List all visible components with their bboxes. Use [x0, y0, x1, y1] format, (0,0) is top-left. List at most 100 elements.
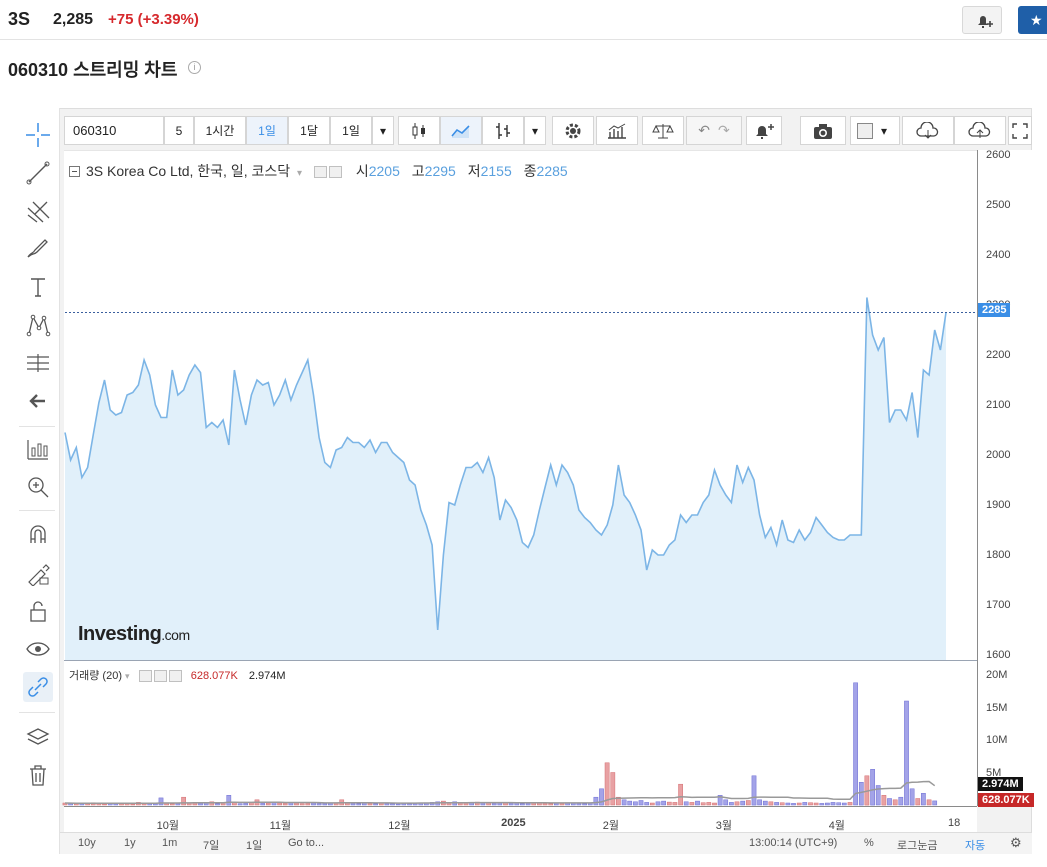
- volume-bar: [825, 802, 830, 806]
- volume-bar: [689, 802, 695, 806]
- volume-bar: [85, 803, 90, 806]
- volume-bar: [712, 802, 717, 806]
- range-1d[interactable]: 1일: [246, 837, 262, 853]
- range-10y[interactable]: 10y: [78, 837, 96, 849]
- volume-bar: [921, 793, 926, 806]
- volume-bar: [508, 803, 514, 806]
- volume-ma-value: 2.974M: [248, 670, 286, 682]
- volume-bar: [904, 700, 909, 806]
- price-tick-label: 2200: [986, 349, 1011, 361]
- price-tick-label: 1700: [986, 599, 1011, 611]
- volume-bar: [633, 801, 638, 806]
- percent-toggle[interactable]: %: [864, 837, 874, 849]
- volume-bar: [745, 800, 751, 806]
- volume-bar: [791, 803, 796, 806]
- log-toggle[interactable]: 로그눈금: [897, 837, 937, 853]
- volume-bar: [734, 801, 740, 806]
- volume-bar: [311, 802, 316, 806]
- close-icon[interactable]: [168, 670, 182, 683]
- volume-bar: [678, 783, 683, 806]
- range-7d[interactable]: 7일: [203, 837, 219, 853]
- volume-bar: [672, 802, 678, 806]
- volume-bar: [796, 802, 802, 806]
- volume-bar: [644, 802, 650, 806]
- close-value: 2285: [536, 163, 568, 179]
- collapse-icon[interactable]: [69, 165, 80, 177]
- logo-suffix: .com: [161, 627, 190, 643]
- range-1m[interactable]: 1m: [162, 837, 177, 849]
- volume-bar: [102, 803, 107, 806]
- volume-bar: [892, 799, 898, 806]
- volume-bar: [887, 798, 892, 806]
- open-label: 시: [355, 163, 369, 179]
- goto-button[interactable]: Go to...: [288, 837, 324, 849]
- auto-toggle[interactable]: 자동: [965, 837, 985, 853]
- time-tick-label: 2025: [501, 817, 526, 829]
- volume-bar: [610, 772, 616, 806]
- price-tick-label: 1800: [986, 549, 1011, 561]
- volume-ma-line: [64, 780, 936, 805]
- gear-icon[interactable]: ⚙: [1010, 835, 1022, 851]
- volume-bar: [870, 769, 875, 806]
- volume-bar: [915, 798, 921, 806]
- volume-bar: [395, 803, 401, 806]
- volume-bar: [373, 803, 378, 806]
- volume-bar: [847, 802, 853, 806]
- volume-tick-label: 20M: [986, 669, 1008, 681]
- volume-name: 거래량 (20): [69, 670, 122, 682]
- volume-bar: [706, 802, 712, 806]
- volume-bar: [661, 800, 666, 806]
- price-tick-label: 2400: [986, 249, 1011, 261]
- volume-bar: [294, 802, 299, 806]
- chevron-down-icon[interactable]: ▾: [125, 671, 130, 681]
- volume-bar: [627, 800, 633, 806]
- eye-icon[interactable]: [138, 670, 152, 683]
- volume-bar: [666, 801, 672, 806]
- clock: 13:00:14 (UTC+9): [749, 837, 838, 849]
- volume-bar: [779, 802, 785, 806]
- low-label: 저: [467, 163, 481, 179]
- volume-bar: [881, 795, 887, 806]
- volume-bar: [169, 803, 175, 806]
- volume-bar: [525, 803, 531, 806]
- time-tick-label: 3월: [715, 820, 732, 832]
- range-bar: 10y 1y 1m 7일 1일 Go to... 13:00:14 (UTC+9…: [60, 832, 1032, 854]
- volume-legend: 거래량 (20) ▾ 628.077K 2.974M: [69, 667, 286, 683]
- gear-icon[interactable]: [153, 670, 167, 683]
- volume-bar: [407, 803, 412, 806]
- legend-icons: [313, 163, 344, 179]
- volume-bar: [655, 801, 661, 806]
- time-tick-label: 2월: [602, 820, 620, 832]
- logo-main: Investing: [78, 623, 162, 645]
- volume-tick-label: 10M: [986, 734, 1008, 746]
- volume-bar: [932, 800, 938, 806]
- time-tick-label: 4월: [828, 820, 845, 832]
- volume-bar: [802, 802, 808, 806]
- volume-value: 628.077K: [190, 670, 238, 682]
- chevron-down-icon[interactable]: ▾: [297, 168, 302, 179]
- price-tick-label: 2000: [986, 449, 1011, 461]
- price-tick-label: 1600: [986, 649, 1011, 661]
- price-area: [65, 297, 946, 660]
- high-value: 2295: [424, 163, 456, 179]
- volume-bar: [542, 803, 548, 806]
- volume-bar: [158, 797, 164, 806]
- volume-bar: [785, 802, 791, 806]
- volume-bar: [198, 803, 203, 806]
- volume-bar: [740, 800, 746, 806]
- current-price-tag: 2285: [978, 303, 1011, 317]
- volume-bar: [181, 796, 186, 806]
- range-1y[interactable]: 1y: [124, 837, 136, 849]
- volume-bar: [265, 802, 271, 806]
- volume-bar: [604, 762, 610, 806]
- volume-bar: [813, 802, 819, 806]
- gear-icon[interactable]: [328, 166, 342, 179]
- volume-bar: [768, 801, 774, 806]
- eye-icon[interactable]: [313, 166, 327, 179]
- volume-ma-tag: 2.974M: [978, 777, 1023, 791]
- volume-bar: [282, 803, 288, 806]
- volume-bar: [582, 803, 587, 806]
- volume-bar: [226, 795, 232, 806]
- volume-bar: [751, 775, 757, 806]
- volume-bar: [774, 802, 779, 806]
